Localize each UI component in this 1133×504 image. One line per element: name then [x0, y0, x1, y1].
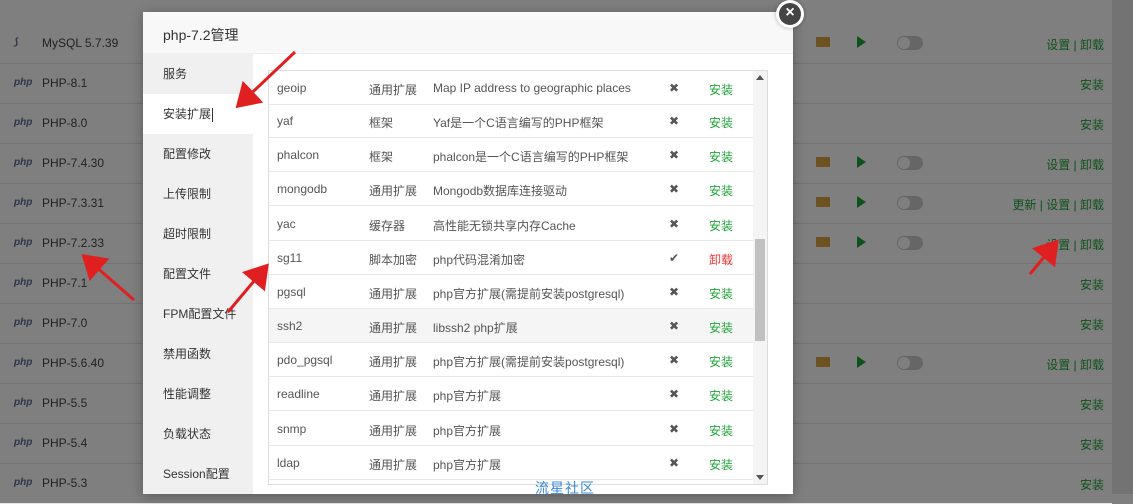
annotation-arrows: [81, 50, 1059, 313]
arrow-to-php72: [81, 254, 135, 302]
arrow-to-sg11: [226, 263, 269, 313]
arrow-to-install-extension: [235, 50, 297, 109]
arrow-to-settings: [1028, 239, 1059, 275]
